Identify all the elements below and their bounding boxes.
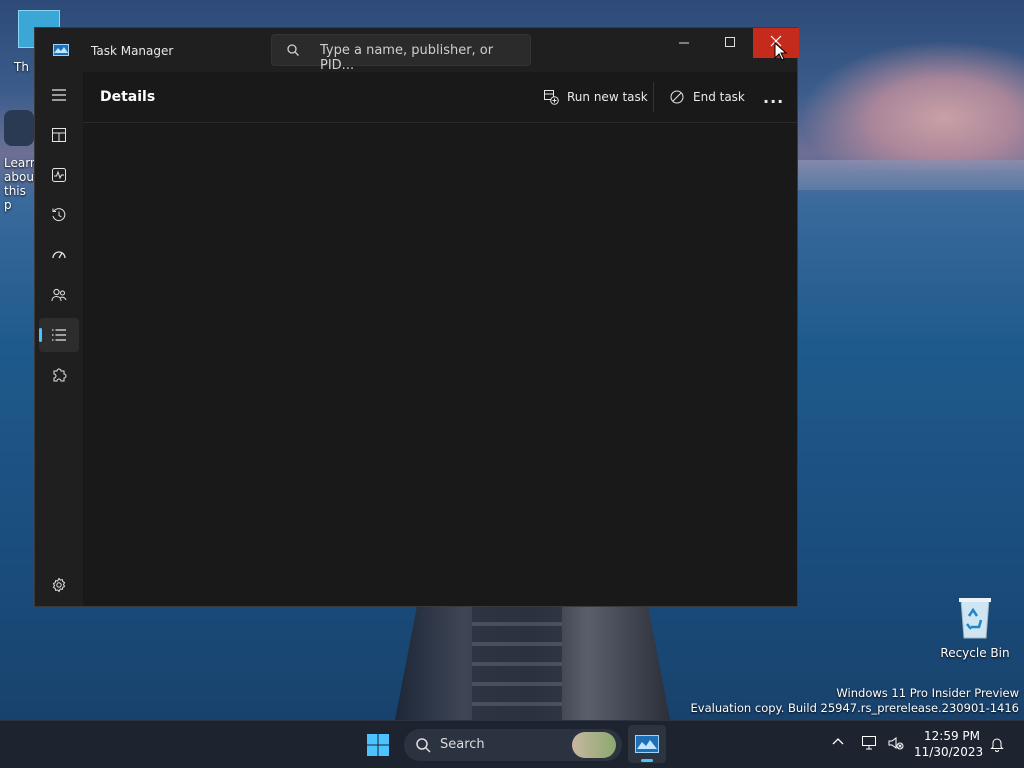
- end-task-label: End task: [693, 90, 745, 104]
- nav-startup-apps[interactable]: [39, 238, 79, 272]
- evaluation-watermark: Windows 11 Pro Insider Preview Evaluatio…: [691, 686, 1019, 716]
- horizon: [798, 160, 1024, 190]
- nav-details[interactable]: [39, 318, 79, 352]
- taskbar: Search 12:59 PM 11/30/2023: [0, 720, 1024, 768]
- nav-services[interactable]: [39, 358, 79, 392]
- more-options-button[interactable]: ...: [763, 84, 784, 110]
- task-manager-taskbar-icon: [635, 735, 659, 753]
- learn-icon: [4, 110, 34, 146]
- sky-glow: [800, 40, 1024, 170]
- users-icon: [51, 288, 67, 302]
- system-clock[interactable]: 12:59 PM 11/30/2023: [914, 728, 984, 760]
- details-page: Details Run new task End task ...: [83, 72, 797, 606]
- details-list-icon: [52, 329, 66, 341]
- watermark-line1: Windows 11 Pro Insider Preview: [836, 686, 1019, 700]
- taskbar-search-label: Search: [440, 737, 485, 752]
- search-input[interactable]: Type a name, publisher, or PID...: [271, 34, 531, 73]
- desktop-icon-label: Recycle Bin: [940, 646, 1010, 660]
- clock-date: 11/30/2023: [914, 745, 984, 759]
- end-task-button[interactable]: End task: [669, 84, 745, 110]
- maximize-icon: [725, 37, 735, 47]
- taskbar-task-manager[interactable]: [628, 725, 666, 763]
- nav-performance[interactable]: [39, 158, 79, 192]
- volume-muted-icon[interactable]: [887, 735, 905, 751]
- performance-icon: [52, 168, 66, 182]
- search-highlight-image: [572, 732, 616, 758]
- taskbar-search[interactable]: Search: [404, 729, 622, 761]
- run-new-task-button[interactable]: Run new task: [543, 84, 648, 110]
- maximize-button[interactable]: [707, 28, 753, 58]
- watermark-line2: Evaluation copy. Build 25947.rs_prerelea…: [690, 701, 1019, 715]
- search-icon: [416, 738, 431, 753]
- command-bar: Details Run new task End task ...: [83, 72, 797, 123]
- startup-apps-icon: [52, 251, 66, 259]
- recycle-bin-icon: [959, 598, 991, 639]
- run-new-task-icon: [544, 90, 559, 105]
- more-options-icon: ...: [763, 87, 785, 107]
- show-hidden-icons-chevron-icon[interactable]: [832, 735, 844, 747]
- settings-gear-icon: [52, 577, 66, 593]
- app-history-icon: [52, 208, 66, 222]
- end-task-icon: [670, 90, 684, 104]
- active-indicator: [39, 328, 42, 342]
- processes-icon: [52, 128, 66, 142]
- network-icon[interactable]: [861, 735, 879, 751]
- task-manager-window: Task Manager Type a name, publisher, or …: [34, 27, 799, 607]
- desktop-icon-label: Learn about this p: [4, 156, 39, 212]
- page-title: Details: [100, 89, 156, 105]
- desktop-icon-learn[interactable]: Learn about this p: [4, 110, 39, 212]
- command-separator: [653, 82, 654, 112]
- nav-settings[interactable]: [39, 568, 79, 602]
- window-title: Task Manager: [91, 44, 174, 58]
- hamburger-menu-icon: [52, 89, 66, 101]
- nav-users[interactable]: [39, 278, 79, 312]
- services-puzzle-icon: [53, 368, 67, 382]
- title-bar[interactable]: Task Manager Type a name, publisher, or …: [35, 28, 799, 73]
- mouse-cursor-icon: [774, 42, 788, 61]
- dock-steps: [472, 606, 562, 720]
- desktop-icon-recycle-bin[interactable]: Recycle Bin: [940, 596, 1010, 660]
- running-indicator: [641, 759, 653, 762]
- minimize-button[interactable]: [661, 28, 707, 58]
- notification-bell-icon[interactable]: [989, 736, 1005, 752]
- search-placeholder: Type a name, publisher, or PID...: [320, 43, 494, 73]
- minimize-icon: [679, 42, 689, 44]
- nav-processes[interactable]: [39, 118, 79, 152]
- nav-app-history[interactable]: [39, 198, 79, 232]
- windows-start-icon[interactable]: [366, 733, 390, 757]
- search-icon: [287, 44, 299, 56]
- navigation-sidebar: [35, 72, 83, 606]
- nav-menu-button[interactable]: [39, 78, 79, 112]
- clock-time: 12:59 PM: [924, 729, 980, 743]
- run-new-task-label: Run new task: [567, 90, 648, 104]
- task-manager-app-icon: [53, 44, 69, 56]
